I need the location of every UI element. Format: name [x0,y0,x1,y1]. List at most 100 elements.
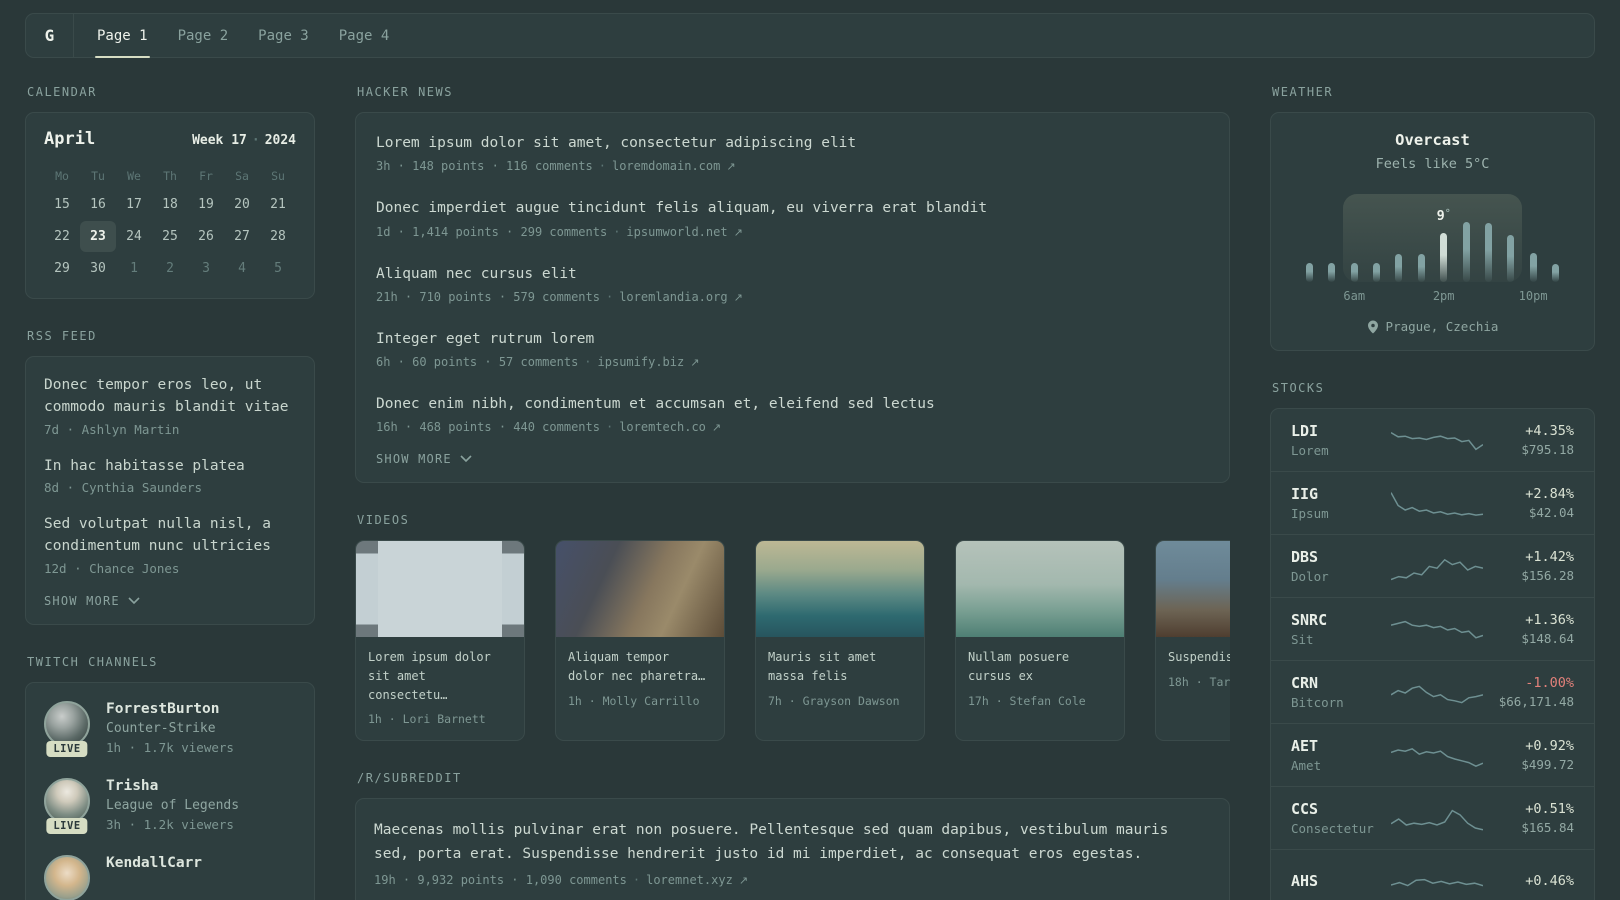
calendar-day: 24 [126,229,142,244]
video-card[interactable]: Suspendisse diam 18h · Tara [1155,540,1230,742]
weather-condition: Overcast [1395,131,1470,149]
calendar-week-number: Week 17 [192,133,247,148]
stock-id: CCS Consectetur [1291,800,1391,836]
dot-separator: · [632,873,641,888]
subreddit-post-domain[interactable]: loremnet.xyz [646,873,733,887]
stock-change: +0.46% [1525,873,1574,889]
item-meta-text: 16h · 468 points · 440 comments [376,420,600,435]
stock-row[interactable]: CRN Bitcorn -1.00% $66,171.48 [1271,660,1594,723]
video-card-body: Suspendisse diam 18h · Tara [1156,637,1230,703]
twitch-channel[interactable]: LIVE Trisha League of Legends 3h · 1.2k vie… [44,777,296,834]
stock-row[interactable]: LDI Lorem +4.35% $795.18 [1271,409,1594,471]
weather-section-label: WEATHER [1272,85,1334,99]
video-card-body: Mauris sit amet massa felis 7h · Grayson … [756,637,924,721]
twitch-channel[interactable]: LIVE ForrestBurton Counter-Strike 1h · 1.7k… [44,700,296,757]
post-meta-text: 19h · 9,932 points · 1,090 comments [374,873,627,888]
video-card[interactable]: Nullam posuere cursus ex 17h · Stefan Col… [955,540,1125,742]
hn-item-domain[interactable]: ipsumworld.net [626,225,727,239]
avatar-wrap [44,854,90,900]
stock-row[interactable]: AET Amet +0.92% $499.72 [1271,723,1594,786]
hn-item-meta: 16h · 468 points · 440 comments · loremtec… [376,420,1209,434]
video-thumbnail [356,541,524,638]
stock-id: AET Amet [1291,737,1391,773]
video-title: Nullam posuere cursus ex [968,650,1070,684]
chevron-down-icon [460,455,472,463]
stock-sparkline [1391,620,1483,639]
calendar-day: 30 [90,261,106,276]
chevron-down-icon [128,597,140,604]
hackernews-widget: HACKER NEWS Lorem ipsum dolor sit amet, … [355,85,1230,484]
hn-item-meta: 1d · 1,414 points · 299 comments · ipsumwo… [376,225,1209,239]
rss-card: Donec tempor eros leo, ut commodo mauris… [25,356,315,625]
tab-page-1[interactable]: Page 1 [82,14,163,58]
weather-bar [1529,253,1537,282]
rss-item-title[interactable]: Sed volutpat nulla nisl, a condimentum n… [44,514,296,558]
page-tabs: Page 1 Page 2 Page 3 Page 4 [74,14,412,58]
rss-item-title[interactable]: Donec tempor eros leo, ut commodo mauris… [44,375,296,419]
hackernews-show-more-button[interactable]: SHOW MORE [376,452,472,466]
hn-item-title[interactable]: Donec enim nibh, condimentum et accumsan… [376,394,1209,414]
stock-sparkline [1391,747,1483,768]
rss-item-title[interactable]: In hac habitasse platea [44,456,296,478]
hn-item-meta: 6h · 60 points · 57 comments · ipsumify.bi… [376,355,1209,369]
stock-price: $66,171.48 [1498,694,1574,709]
stock-id: IIG Ipsum [1291,485,1391,521]
stock-row[interactable]: AHS +0.46% [1271,849,1594,900]
rss-item: Sed volutpat nulla nisl, a condimentum n… [44,514,296,576]
hn-item-domain[interactable]: loremtech.co [619,420,706,434]
weather-card: Overcast Feels like 5°C 9° 6am 2pm 10pm Pr… [1270,112,1595,351]
stock-name: Amet [1291,758,1322,773]
hn-item-title[interactable]: Aliquam nec cursus elit [376,264,1209,284]
video-card[interactable]: Lorem ipsum dolor sit amet consectetu… 1h… [355,540,525,742]
calendar-header: April Week 17 · 2024 [44,129,296,149]
weather-time-label: 2pm [1432,289,1455,303]
tab-page-3[interactable]: Page 3 [243,14,324,57]
stock-name: Ipsum [1291,506,1329,521]
item-meta-text: 1d · 1,414 points · 299 comments [376,224,608,239]
hn-item-domain[interactable]: loremdomain.com [612,159,720,173]
stock-id: LDI Lorem [1291,422,1391,458]
avatar-wrap: LIVE [44,700,90,757]
stock-price: $42.04 [1528,505,1574,520]
stock-price: $795.18 [1521,442,1574,457]
stock-row[interactable]: IIG Ipsum +2.84% $42.04 [1271,471,1594,534]
video-meta: 7h · Grayson Dawson [768,693,900,708]
app-logo[interactable]: G [26,14,74,57]
calendar-year: 2024 [264,133,296,148]
stock-ticker: AET [1291,737,1319,755]
channel-meta: 1h · 1.7k viewers [106,739,234,755]
channel-name: KendallCarr [106,854,203,871]
twitch-channel[interactable]: KendallCarr [44,854,296,900]
calendar-day: 25 [162,229,178,244]
video-card[interactable]: Mauris sit amet massa felis 7h · Grayson … [755,540,925,742]
hn-item-title[interactable]: Integer eget rutrum lorem [376,329,1209,349]
rss-show-more-button[interactable]: SHOW MORE [44,594,140,608]
video-card[interactable]: Aliquam tempor dolor nec pharetra… 1h · M… [555,540,725,742]
stock-row[interactable]: CCS Consectetur +0.51% $165.84 [1271,786,1594,849]
external-link-icon: ↗ [738,874,749,888]
calendar-day: 29 [54,261,70,276]
avatar-wrap: LIVE [44,777,90,834]
hn-item-domain[interactable]: ipsumify.biz [598,355,685,369]
dot-separator: · [584,355,592,370]
stock-row[interactable]: DBS Dolor +1.42% $156.28 [1271,534,1594,597]
subreddit-post-title[interactable]: Maecenas mollis pulvinar erat non posuer… [374,819,1211,867]
tab-page-4[interactable]: Page 4 [324,14,405,57]
right-column: WEATHER Overcast Feels like 5°C 9° 6am 2p… [1270,85,1595,900]
temp-value: 9 [1436,208,1445,225]
hn-item-title[interactable]: Lorem ipsum dolor sit amet, consectetur … [376,133,1209,153]
hn-item-title[interactable]: Donec imperdiet augue tincidunt felis al… [376,198,1209,218]
weather-time-labels: 6am 2pm 10pm [1306,289,1559,304]
video-card-body: Aliquam tempor dolor nec pharetra… 1h · M… [556,637,724,721]
item-meta-text: 3h · 148 points · 116 comments [376,159,593,174]
stock-id: CRN Bitcorn [1291,674,1391,710]
live-badge: LIVE [46,817,88,834]
channel-name: ForrestBurton [106,700,220,717]
hn-item-domain[interactable]: loremlandia.org [619,290,727,304]
stock-row[interactable]: SNRC Sit +1.36% $148.64 [1271,597,1594,660]
weather-location-text: Prague, Czechia [1385,319,1499,334]
weather-bar [1306,263,1313,282]
calendar-day: 2 [166,261,174,276]
tab-page-2[interactable]: Page 2 [163,14,244,57]
video-card-body: Lorem ipsum dolor sit amet consectetu… 1h… [356,637,524,740]
